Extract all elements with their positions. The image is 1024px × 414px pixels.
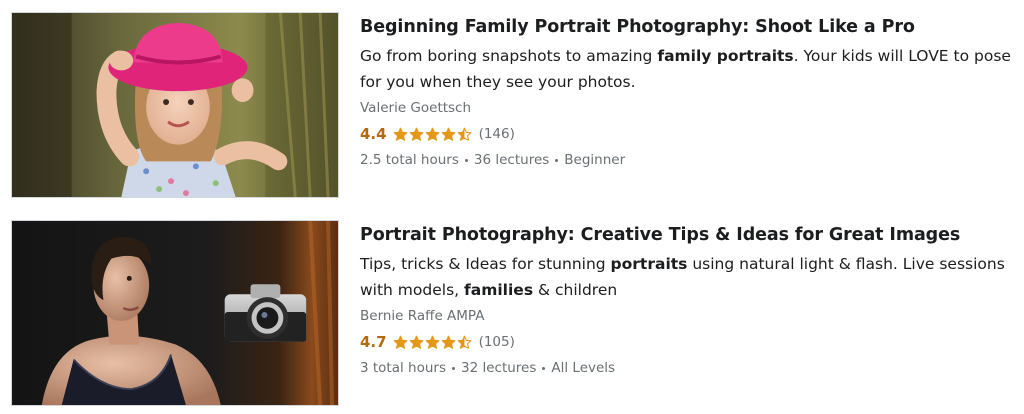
star-full-icon: [441, 335, 456, 349]
course-list: Beginning Family Portrait Photography: S…: [0, 0, 1024, 414]
star-full-icon: [393, 127, 408, 141]
course-instructor: Bernie Raffe AMPA: [360, 308, 485, 324]
course-thumbnail-woman-camera[interactable]: [11, 220, 339, 406]
course-duration: 2.5 total hours: [360, 152, 459, 168]
separator-dot: [555, 158, 559, 162]
star-full-icon: [425, 335, 440, 349]
course-info: Portrait Photography: Creative Tips & Id…: [360, 220, 1020, 378]
course-headline: Tips, tricks & Ideas for stunning portra…: [360, 255, 1005, 299]
course-thumbnail-girl-pink-hat[interactable]: [11, 12, 339, 198]
course-headline: Go from boring snapshots to amazing fami…: [360, 47, 1011, 91]
rating-row: 4.7 (105): [360, 331, 1020, 353]
separator-dot: [452, 366, 455, 370]
rating-value: 4.4: [360, 125, 387, 143]
star-half-icon: [457, 335, 472, 349]
course-duration: 3 total hours: [360, 360, 446, 376]
rating-value: 4.7: [360, 333, 387, 351]
course-instructor: Valerie Goettsch: [360, 100, 472, 116]
course-level: All Levels: [551, 360, 616, 376]
star-full-icon: [425, 127, 440, 141]
star-half-icon: [457, 127, 472, 141]
star-full-icon: [409, 127, 424, 141]
separator-dot: [542, 366, 546, 370]
course-meta: 3 total hours 32 lectures All Levels: [360, 358, 1020, 378]
separator-dot: [464, 158, 468, 162]
star-full-icon: [409, 335, 424, 349]
course-info: Beginning Family Portrait Photography: S…: [360, 12, 1020, 170]
star-full-icon: [441, 127, 456, 141]
course-card[interactable]: Beginning Family Portrait Photography: S…: [0, 12, 1024, 202]
course-lectures: 32 lectures: [461, 360, 537, 376]
rating-count: (146): [478, 126, 515, 142]
course-card[interactable]: Portrait Photography: Creative Tips & Id…: [0, 220, 1024, 410]
course-lectures: 36 lectures: [473, 152, 550, 168]
photo-girl-pink-hat: [12, 13, 338, 197]
star-rating: [393, 335, 473, 350]
course-meta: 2.5 total hours 36 lectures Beginner: [360, 150, 1020, 170]
course-title[interactable]: Portrait Photography: Creative Tips & Id…: [360, 222, 1020, 248]
course-title[interactable]: Beginning Family Portrait Photography: S…: [360, 14, 1020, 40]
photo-woman-with-camera: [12, 221, 338, 405]
rating-count: (105): [478, 334, 515, 350]
course-level: Beginner: [564, 152, 626, 168]
star-full-icon: [393, 335, 408, 349]
rating-row: 4.4 (146): [360, 123, 1020, 145]
star-rating: [393, 127, 473, 142]
